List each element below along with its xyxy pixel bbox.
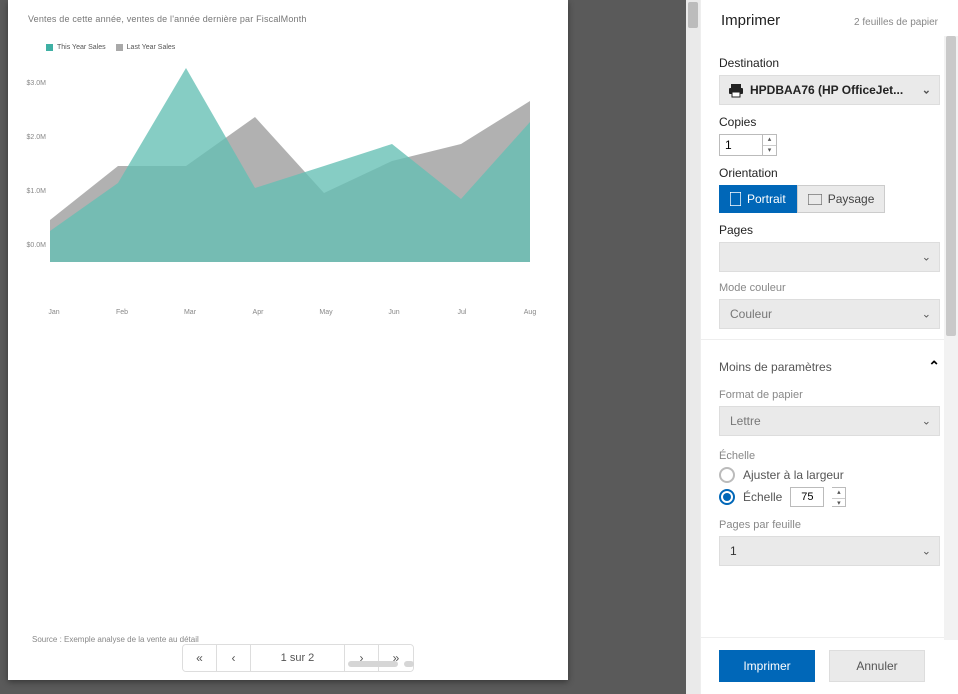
pages-label: Pages bbox=[719, 223, 940, 237]
more-params-label: Moins de paramètres bbox=[719, 360, 832, 374]
chevron-down-icon: ⌄ bbox=[922, 545, 931, 558]
spinner-up-icon[interactable]: ▴ bbox=[832, 488, 845, 499]
x-tick-4: May bbox=[319, 309, 332, 316]
panel-scrollbar-thumb[interactable] bbox=[946, 36, 956, 336]
page-last-button[interactable]: » bbox=[379, 645, 413, 671]
page-next-button[interactable]: › bbox=[345, 645, 379, 671]
color-mode-select[interactable]: Couleur ⌄ bbox=[719, 299, 940, 329]
orientation-label: Orientation bbox=[719, 166, 940, 180]
panel-body: Destination HPDBAA76 (HP OfficeJet... ⌄ … bbox=[701, 40, 958, 637]
legend-label-last-year: Last Year Sales bbox=[127, 44, 176, 51]
copies-input[interactable] bbox=[719, 134, 763, 156]
scale-spinner[interactable]: ▴ ▾ bbox=[832, 487, 846, 507]
orientation-portrait-button[interactable]: Portrait bbox=[719, 185, 797, 213]
copies-spinner[interactable]: ▴ ▾ bbox=[763, 134, 777, 156]
scale-custom-label: Échelle bbox=[743, 490, 782, 504]
spinner-down-icon[interactable]: ▾ bbox=[832, 499, 845, 509]
paper-format-select[interactable]: Lettre ⌄ bbox=[719, 406, 940, 436]
panel-scrollbar[interactable] bbox=[944, 36, 958, 640]
x-tick-7: Aug bbox=[524, 309, 536, 316]
print-preview-pane: Ventes de cette année, ventes de l'année… bbox=[0, 0, 700, 694]
portrait-icon bbox=[730, 192, 741, 206]
page-title: Ventes de cette année, ventes de l'année… bbox=[28, 14, 548, 24]
chevron-down-icon: ⌄ bbox=[922, 84, 931, 97]
color-mode-value: Couleur bbox=[730, 307, 772, 321]
chart: This Year Sales Last Year Sales $3.0M $2… bbox=[24, 42, 529, 302]
pagination: « ‹ 1 sur 2 › » bbox=[182, 644, 414, 672]
copies-label: Copies bbox=[719, 115, 940, 129]
scale-section-label: Échelle bbox=[719, 450, 940, 462]
chart-legend: This Year Sales Last Year Sales bbox=[46, 44, 175, 51]
pages-per-sheet-value: 1 bbox=[730, 544, 737, 558]
chevron-down-icon: ⌄ bbox=[922, 308, 931, 321]
x-tick-0: Jan bbox=[48, 309, 59, 316]
landscape-icon bbox=[808, 194, 822, 205]
page-indicator: 1 sur 2 bbox=[251, 645, 345, 671]
page-first-button[interactable]: « bbox=[183, 645, 217, 671]
x-tick-2: Mar bbox=[184, 309, 196, 316]
spinner-up-icon[interactable]: ▴ bbox=[763, 135, 776, 146]
x-tick-6: Jul bbox=[458, 309, 467, 316]
preview-loader-indicator bbox=[348, 661, 398, 667]
cancel-button[interactable]: Annuler bbox=[829, 650, 925, 682]
color-mode-label: Mode couleur bbox=[719, 282, 940, 294]
preview-page: Ventes de cette année, ventes de l'année… bbox=[8, 0, 568, 680]
legend-label-this-year: This Year Sales bbox=[57, 44, 106, 51]
preview-scrollbar-thumb[interactable] bbox=[688, 2, 698, 28]
destination-label: Destination bbox=[719, 56, 940, 70]
chart-svg bbox=[50, 62, 530, 282]
spinner-down-icon[interactable]: ▾ bbox=[763, 146, 776, 156]
destination-select[interactable]: HPDBAA76 (HP OfficeJet... ⌄ bbox=[719, 75, 940, 105]
printer-icon bbox=[728, 83, 744, 99]
pages-select[interactable]: ⌄ bbox=[719, 242, 940, 272]
panel-footer: Imprimer Annuler bbox=[701, 637, 958, 694]
y-tick-0: $0.0M bbox=[22, 242, 46, 249]
chevron-down-icon: ⌄ bbox=[922, 415, 931, 428]
legend-swatch-last-year bbox=[116, 44, 123, 51]
x-tick-1: Feb bbox=[116, 309, 128, 316]
scale-custom-radio[interactable]: Échelle ▴ ▾ bbox=[719, 487, 940, 507]
x-tick-5: Jun bbox=[388, 309, 399, 316]
panel-title: Imprimer bbox=[721, 12, 780, 29]
x-tick-3: Apr bbox=[253, 309, 264, 316]
orientation-landscape-button[interactable]: Paysage bbox=[797, 185, 886, 213]
print-panel: Imprimer 2 feuilles de papier Destinatio… bbox=[700, 0, 958, 694]
page-prev-button[interactable]: ‹ bbox=[217, 645, 251, 671]
y-tick-1: $1.0M bbox=[22, 188, 46, 195]
paper-format-value: Lettre bbox=[730, 414, 761, 428]
panel-header: Imprimer 2 feuilles de papier bbox=[701, 0, 958, 40]
scale-fit-radio[interactable]: Ajuster à la largeur bbox=[719, 467, 940, 483]
chevron-down-icon: ⌄ bbox=[922, 251, 931, 264]
scale-input[interactable] bbox=[790, 487, 824, 507]
chevron-up-icon: ⌃ bbox=[928, 358, 940, 375]
y-tick-3: $3.0M bbox=[22, 80, 46, 87]
landscape-label: Paysage bbox=[828, 192, 875, 206]
pages-per-sheet-select[interactable]: 1 ⌄ bbox=[719, 536, 940, 566]
paper-format-label: Format de papier bbox=[719, 389, 940, 401]
preview-scrollbar[interactable] bbox=[686, 0, 700, 694]
legend-swatch-this-year bbox=[46, 44, 53, 51]
more-parameters-toggle[interactable]: Moins de paramètres ⌃ bbox=[719, 350, 940, 379]
destination-value: HPDBAA76 (HP OfficeJet... bbox=[750, 83, 903, 97]
radio-checked-icon bbox=[719, 489, 735, 505]
print-button[interactable]: Imprimer bbox=[719, 650, 815, 682]
y-tick-2: $2.0M bbox=[22, 134, 46, 141]
pages-per-sheet-label: Pages par feuille bbox=[719, 519, 940, 531]
radio-unchecked-icon bbox=[719, 467, 735, 483]
page-footer: Source : Exemple analyse de la vente au … bbox=[32, 635, 199, 644]
portrait-label: Portrait bbox=[747, 192, 786, 206]
scale-fit-label: Ajuster à la largeur bbox=[743, 468, 844, 482]
sheet-count: 2 feuilles de papier bbox=[854, 17, 938, 28]
